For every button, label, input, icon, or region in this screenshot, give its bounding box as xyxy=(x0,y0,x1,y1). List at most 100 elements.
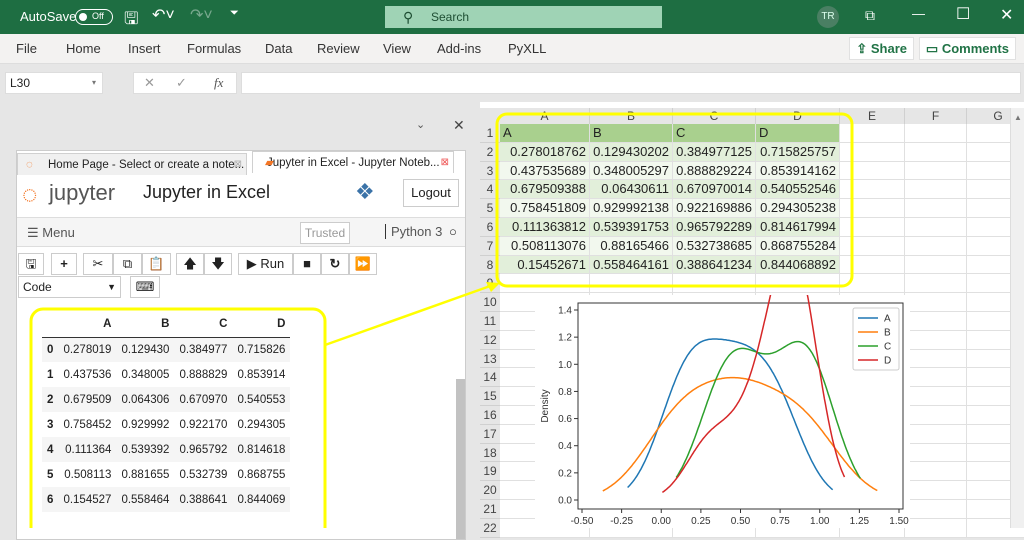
cell[interactable]: 0.532738685 xyxy=(673,236,756,256)
cell[interactable] xyxy=(905,406,967,425)
column-header-B[interactable]: B xyxy=(590,108,673,125)
cell[interactable]: 0.922169886 xyxy=(673,199,756,218)
cell[interactable] xyxy=(905,293,967,312)
row-header-16[interactable]: 16 xyxy=(480,406,500,425)
cell[interactable] xyxy=(840,274,905,294)
cell[interactable] xyxy=(840,161,905,181)
cell[interactable]: 0.129430202 xyxy=(590,142,673,162)
cell[interactable]: 0.844068892 xyxy=(756,255,840,275)
row-header-14[interactable]: 14 xyxy=(480,368,500,388)
select-all-corner[interactable] xyxy=(480,108,500,125)
tab-review[interactable]: Review xyxy=(317,41,360,56)
row-header-20[interactable]: 20 xyxy=(480,481,500,500)
scroll-up-icon[interactable]: ▲ xyxy=(1011,113,1022,122)
row-header-3[interactable]: 3 xyxy=(480,161,500,181)
cell[interactable]: 0.868755284 xyxy=(756,236,840,256)
cell[interactable]: 0.388641234 xyxy=(673,255,756,275)
tab-close-icon[interactable]: ⊠ xyxy=(441,152,449,174)
customize-toolbar-icon[interactable]: ⏷ xyxy=(230,7,239,20)
run-button[interactable]: ▶ Run xyxy=(238,253,293,275)
cell[interactable]: D xyxy=(756,124,840,143)
tab-formulas[interactable]: Formulas xyxy=(187,41,241,56)
cell-type-select[interactable]: Code ▼ xyxy=(18,276,121,298)
cell[interactable]: 0.540552546 xyxy=(756,180,840,200)
cell[interactable]: 0.929992138 xyxy=(590,199,673,218)
cell[interactable]: 0.294305238 xyxy=(756,199,840,218)
tab-add-ins[interactable]: Add-ins xyxy=(437,41,481,56)
restart-run-all-button[interactable]: ⏩ xyxy=(349,253,377,275)
cell[interactable] xyxy=(905,349,967,369)
formula-input[interactable] xyxy=(241,72,1021,94)
cell[interactable] xyxy=(905,424,967,444)
notebook-title[interactable]: Jupyter in Excel xyxy=(143,182,270,203)
tab-data[interactable]: Data xyxy=(265,41,292,56)
cell[interactable]: 0.853914162 xyxy=(756,161,840,181)
copy-button[interactable]: ⧉ xyxy=(113,253,142,275)
cell[interactable] xyxy=(905,180,967,200)
cell[interactable] xyxy=(905,368,967,388)
cell[interactable]: 0.508113076 xyxy=(500,236,590,256)
cell[interactable] xyxy=(905,161,967,181)
cell[interactable] xyxy=(840,124,905,143)
trusted-indicator[interactable]: Trusted xyxy=(300,222,350,244)
tab-view[interactable]: View xyxy=(383,41,411,56)
cell[interactable] xyxy=(905,312,967,331)
row-header-11[interactable]: 11 xyxy=(480,312,500,331)
jupyter-logo[interactable]: jupyter xyxy=(49,180,115,206)
name-box[interactable]: L30 ▾ xyxy=(5,72,103,94)
share-button[interactable]: ⇪ Share xyxy=(849,37,914,60)
tab-pyxll[interactable]: PyXLL xyxy=(508,41,546,56)
tab-file[interactable]: File xyxy=(16,41,37,56)
undo-icon[interactable]: ↶˅ xyxy=(152,5,175,25)
row-header-15[interactable]: 15 xyxy=(480,387,500,406)
cell[interactable] xyxy=(905,500,967,519)
cell[interactable]: 0.715825757 xyxy=(756,142,840,162)
maximize-icon[interactable]: ☐ xyxy=(956,4,970,24)
cell[interactable]: 0.88165466 xyxy=(590,236,673,256)
row-header-18[interactable]: 18 xyxy=(480,443,500,463)
cell[interactable]: 0.758451809 xyxy=(500,199,590,218)
cell[interactable] xyxy=(905,218,967,237)
column-header-A[interactable]: A xyxy=(500,108,590,125)
cell[interactable]: 0.679509388 xyxy=(500,180,590,200)
cell[interactable] xyxy=(905,274,967,294)
cell[interactable]: 0.111363812 xyxy=(500,218,590,237)
ribbon-display-icon[interactable]: ⧉ xyxy=(865,7,875,24)
cell[interactable] xyxy=(905,443,967,463)
column-header-F[interactable]: F xyxy=(905,108,967,125)
cell[interactable] xyxy=(840,236,905,256)
row-header-22[interactable]: 22 xyxy=(480,518,500,538)
row-header-8[interactable]: 8 xyxy=(480,255,500,275)
cell[interactable] xyxy=(840,255,905,275)
column-header-E[interactable]: E xyxy=(840,108,905,125)
cell[interactable] xyxy=(905,199,967,218)
cell[interactable]: 0.384977125 xyxy=(673,142,756,162)
cell[interactable] xyxy=(905,387,967,406)
autosave-toggle[interactable]: Off xyxy=(75,9,113,25)
cell[interactable]: 0.814617994 xyxy=(756,218,840,237)
move-down-button[interactable]: 🡇 xyxy=(204,253,232,275)
cell[interactable] xyxy=(500,274,590,294)
search-box[interactable]: ⚲ Search xyxy=(385,6,662,28)
pane-options-icon[interactable]: ⌄ xyxy=(416,118,425,131)
save-notebook-button[interactable]: 🖫 xyxy=(18,253,44,275)
restart-button[interactable]: ↻ xyxy=(321,253,349,275)
tab-close-icon[interactable]: ⊠ xyxy=(234,154,242,176)
kernel-name[interactable]: Python 3 xyxy=(385,224,442,239)
row-header-12[interactable]: 12 xyxy=(480,330,500,350)
insert-function-icon[interactable]: fx xyxy=(214,75,223,91)
cell[interactable]: 0.348005297 xyxy=(590,161,673,181)
cell[interactable]: 0.558464161 xyxy=(590,255,673,275)
cell[interactable] xyxy=(905,330,967,350)
tab-jupyter-in-excel[interactable]: ▰ Jupyter in Excel - Jupyter Noteb... ⊠ xyxy=(252,151,454,173)
vertical-scrollbar[interactable]: ▲ xyxy=(1010,108,1024,528)
logout-button[interactable]: Logout xyxy=(403,179,459,207)
row-header-13[interactable]: 13 xyxy=(480,349,500,369)
cell[interactable]: 0.278018762 xyxy=(500,142,590,162)
row-header-9[interactable]: 9 xyxy=(480,274,500,294)
column-header-D[interactable]: D xyxy=(756,108,840,125)
paste-button[interactable]: 📋 xyxy=(142,253,171,275)
cell[interactable] xyxy=(840,199,905,218)
save-icon[interactable]: 🖫 xyxy=(124,6,138,35)
menu-button[interactable]: ☰ Menu xyxy=(27,225,75,241)
